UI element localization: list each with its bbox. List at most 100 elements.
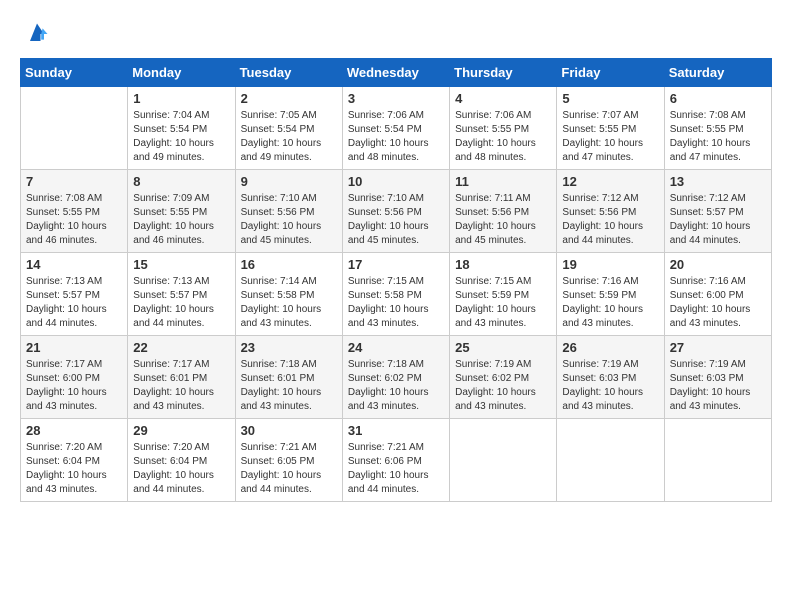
day-detail: Sunrise: 7:17 AMSunset: 6:01 PMDaylight:… xyxy=(133,358,229,414)
calendar-cell: 11 Sunrise: 7:11 AMSunset: 5:56 PMDayligh… xyxy=(450,170,557,253)
day-number: 14 xyxy=(26,257,122,272)
calendar-cell: 17 Sunrise: 7:15 AMSunset: 5:58 PMDayligh… xyxy=(342,253,449,336)
day-number: 15 xyxy=(133,257,229,272)
day-number: 22 xyxy=(133,340,229,355)
day-detail: Sunrise: 7:16 AMSunset: 5:59 PMDaylight:… xyxy=(562,275,658,331)
day-detail: Sunrise: 7:21 AMSunset: 6:05 PMDaylight:… xyxy=(241,441,337,497)
calendar-cell: 18 Sunrise: 7:15 AMSunset: 5:59 PMDayligh… xyxy=(450,253,557,336)
day-detail: Sunrise: 7:18 AMSunset: 6:01 PMDaylight:… xyxy=(241,358,337,414)
day-detail: Sunrise: 7:19 AMSunset: 6:02 PMDaylight:… xyxy=(455,358,551,414)
day-number: 17 xyxy=(348,257,444,272)
day-number: 5 xyxy=(562,91,658,106)
day-number: 10 xyxy=(348,174,444,189)
calendar-cell: 25 Sunrise: 7:19 AMSunset: 6:02 PMDayligh… xyxy=(450,336,557,419)
day-number: 29 xyxy=(133,423,229,438)
calendar-header-thursday: Thursday xyxy=(450,59,557,87)
calendar-cell: 7Sunrise: 7:08 AMSunset: 5:55 PMDaylight… xyxy=(21,170,128,253)
logo-icon xyxy=(23,20,51,48)
calendar-cell: 13 Sunrise: 7:12 AMSunset: 5:57 PMDayligh… xyxy=(664,170,771,253)
day-number: 25 xyxy=(455,340,551,355)
day-detail: Sunrise: 7:08 AMSunset: 5:55 PMDaylight:… xyxy=(670,109,766,165)
day-number: 2 xyxy=(241,91,337,106)
day-detail: Sunrise: 7:12 AMSunset: 5:57 PMDaylight:… xyxy=(670,192,766,248)
day-number: 19 xyxy=(562,257,658,272)
calendar-cell: 28 Sunrise: 7:20 AMSunset: 6:04 PMDayligh… xyxy=(21,419,128,502)
calendar-week-row: 1Sunrise: 7:04 AMSunset: 5:54 PMDaylight… xyxy=(21,87,772,170)
day-number: 4 xyxy=(455,91,551,106)
calendar-cell: 21Sunrise: 7:17 AMSunset: 6:00 PMDayligh… xyxy=(21,336,128,419)
calendar-cell: 9Sunrise: 7:10 AMSunset: 5:56 PMDaylight… xyxy=(235,170,342,253)
day-detail: Sunrise: 7:07 AMSunset: 5:55 PMDaylight:… xyxy=(562,109,658,165)
calendar-cell: 4 Sunrise: 7:06 AMSunset: 5:55 PMDaylight… xyxy=(450,87,557,170)
day-number: 9 xyxy=(241,174,337,189)
day-number: 13 xyxy=(670,174,766,189)
day-detail: Sunrise: 7:10 AMSunset: 5:56 PMDaylight:… xyxy=(348,192,444,248)
calendar-header-saturday: Saturday xyxy=(664,59,771,87)
calendar-cell: 3Sunrise: 7:06 AMSunset: 5:54 PMDaylight… xyxy=(342,87,449,170)
day-detail: Sunrise: 7:06 AMSunset: 5:55 PMDaylight:… xyxy=(455,109,551,165)
day-detail: Sunrise: 7:18 AMSunset: 6:02 PMDaylight:… xyxy=(348,358,444,414)
day-detail: Sunrise: 7:20 AMSunset: 6:04 PMDaylight:… xyxy=(26,441,122,497)
calendar-cell: 22 Sunrise: 7:17 AMSunset: 6:01 PMDayligh… xyxy=(128,336,235,419)
day-number: 3 xyxy=(348,91,444,106)
calendar-cell: 2 Sunrise: 7:05 AMSunset: 5:54 PMDaylight… xyxy=(235,87,342,170)
day-number: 16 xyxy=(241,257,337,272)
calendar-cell: 31 Sunrise: 7:21 AMSunset: 6:06 PMDayligh… xyxy=(342,419,449,502)
day-detail: Sunrise: 7:15 AMSunset: 5:58 PMDaylight:… xyxy=(348,275,444,331)
calendar-cell: 19 Sunrise: 7:16 AMSunset: 5:59 PMDayligh… xyxy=(557,253,664,336)
day-number: 20 xyxy=(670,257,766,272)
calendar-cell: 29 Sunrise: 7:20 AMSunset: 6:04 PMDayligh… xyxy=(128,419,235,502)
day-number: 11 xyxy=(455,174,551,189)
calendar-cell: 30 Sunrise: 7:21 AMSunset: 6:05 PMDayligh… xyxy=(235,419,342,502)
day-detail: Sunrise: 7:05 AMSunset: 5:54 PMDaylight:… xyxy=(241,109,337,165)
day-number: 28 xyxy=(26,423,122,438)
calendar-header-wednesday: Wednesday xyxy=(342,59,449,87)
calendar-header-monday: Monday xyxy=(128,59,235,87)
day-detail: Sunrise: 7:14 AMSunset: 5:58 PMDaylight:… xyxy=(241,275,337,331)
day-detail: Sunrise: 7:09 AMSunset: 5:55 PMDaylight:… xyxy=(133,192,229,248)
calendar-cell: 1Sunrise: 7:04 AMSunset: 5:54 PMDaylight… xyxy=(128,87,235,170)
day-detail: Sunrise: 7:21 AMSunset: 6:06 PMDaylight:… xyxy=(348,441,444,497)
day-detail: Sunrise: 7:20 AMSunset: 6:04 PMDaylight:… xyxy=(133,441,229,497)
day-detail: Sunrise: 7:04 AMSunset: 5:54 PMDaylight:… xyxy=(133,109,229,165)
day-number: 21 xyxy=(26,340,122,355)
day-detail: Sunrise: 7:19 AMSunset: 6:03 PMDaylight:… xyxy=(670,358,766,414)
calendar-cell: 5 Sunrise: 7:07 AMSunset: 5:55 PMDaylight… xyxy=(557,87,664,170)
calendar-cell xyxy=(664,419,771,502)
day-number: 30 xyxy=(241,423,337,438)
day-detail: Sunrise: 7:13 AMSunset: 5:57 PMDaylight:… xyxy=(26,275,122,331)
day-detail: Sunrise: 7:16 AMSunset: 6:00 PMDaylight:… xyxy=(670,275,766,331)
calendar-cell: 26Sunrise: 7:19 AMSunset: 6:03 PMDayligh… xyxy=(557,336,664,419)
calendar-cell: 12 Sunrise: 7:12 AMSunset: 5:56 PMDayligh… xyxy=(557,170,664,253)
day-number: 6 xyxy=(670,91,766,106)
calendar-week-row: 21Sunrise: 7:17 AMSunset: 6:00 PMDayligh… xyxy=(21,336,772,419)
day-detail: Sunrise: 7:12 AMSunset: 5:56 PMDaylight:… xyxy=(562,192,658,248)
logo xyxy=(20,20,51,48)
day-number: 26 xyxy=(562,340,658,355)
day-detail: Sunrise: 7:13 AMSunset: 5:57 PMDaylight:… xyxy=(133,275,229,331)
page-header xyxy=(20,20,772,48)
calendar-cell: 10 Sunrise: 7:10 AMSunset: 5:56 PMDayligh… xyxy=(342,170,449,253)
day-number: 18 xyxy=(455,257,551,272)
calendar-cell: 27Sunrise: 7:19 AMSunset: 6:03 PMDayligh… xyxy=(664,336,771,419)
day-number: 23 xyxy=(241,340,337,355)
calendar-cell: 23 Sunrise: 7:18 AMSunset: 6:01 PMDayligh… xyxy=(235,336,342,419)
day-number: 24 xyxy=(348,340,444,355)
day-detail: Sunrise: 7:15 AMSunset: 5:59 PMDaylight:… xyxy=(455,275,551,331)
calendar-cell: 16 Sunrise: 7:14 AMSunset: 5:58 PMDayligh… xyxy=(235,253,342,336)
calendar-header-friday: Friday xyxy=(557,59,664,87)
day-number: 8 xyxy=(133,174,229,189)
calendar-cell: 24 Sunrise: 7:18 AMSunset: 6:02 PMDayligh… xyxy=(342,336,449,419)
calendar-cell: 6 Sunrise: 7:08 AMSunset: 5:55 PMDaylight… xyxy=(664,87,771,170)
day-detail: Sunrise: 7:11 AMSunset: 5:56 PMDaylight:… xyxy=(455,192,551,248)
calendar-week-row: 28 Sunrise: 7:20 AMSunset: 6:04 PMDayligh… xyxy=(21,419,772,502)
calendar-week-row: 14 Sunrise: 7:13 AMSunset: 5:57 PMDayligh… xyxy=(21,253,772,336)
calendar-cell: 8 Sunrise: 7:09 AMSunset: 5:55 PMDaylight… xyxy=(128,170,235,253)
day-number: 12 xyxy=(562,174,658,189)
calendar-header-sunday: Sunday xyxy=(21,59,128,87)
calendar-week-row: 7Sunrise: 7:08 AMSunset: 5:55 PMDaylight… xyxy=(21,170,772,253)
day-number: 31 xyxy=(348,423,444,438)
calendar-table: SundayMondayTuesdayWednesdayThursdayFrid… xyxy=(20,58,772,502)
day-number: 7 xyxy=(26,174,122,189)
calendar-header-tuesday: Tuesday xyxy=(235,59,342,87)
